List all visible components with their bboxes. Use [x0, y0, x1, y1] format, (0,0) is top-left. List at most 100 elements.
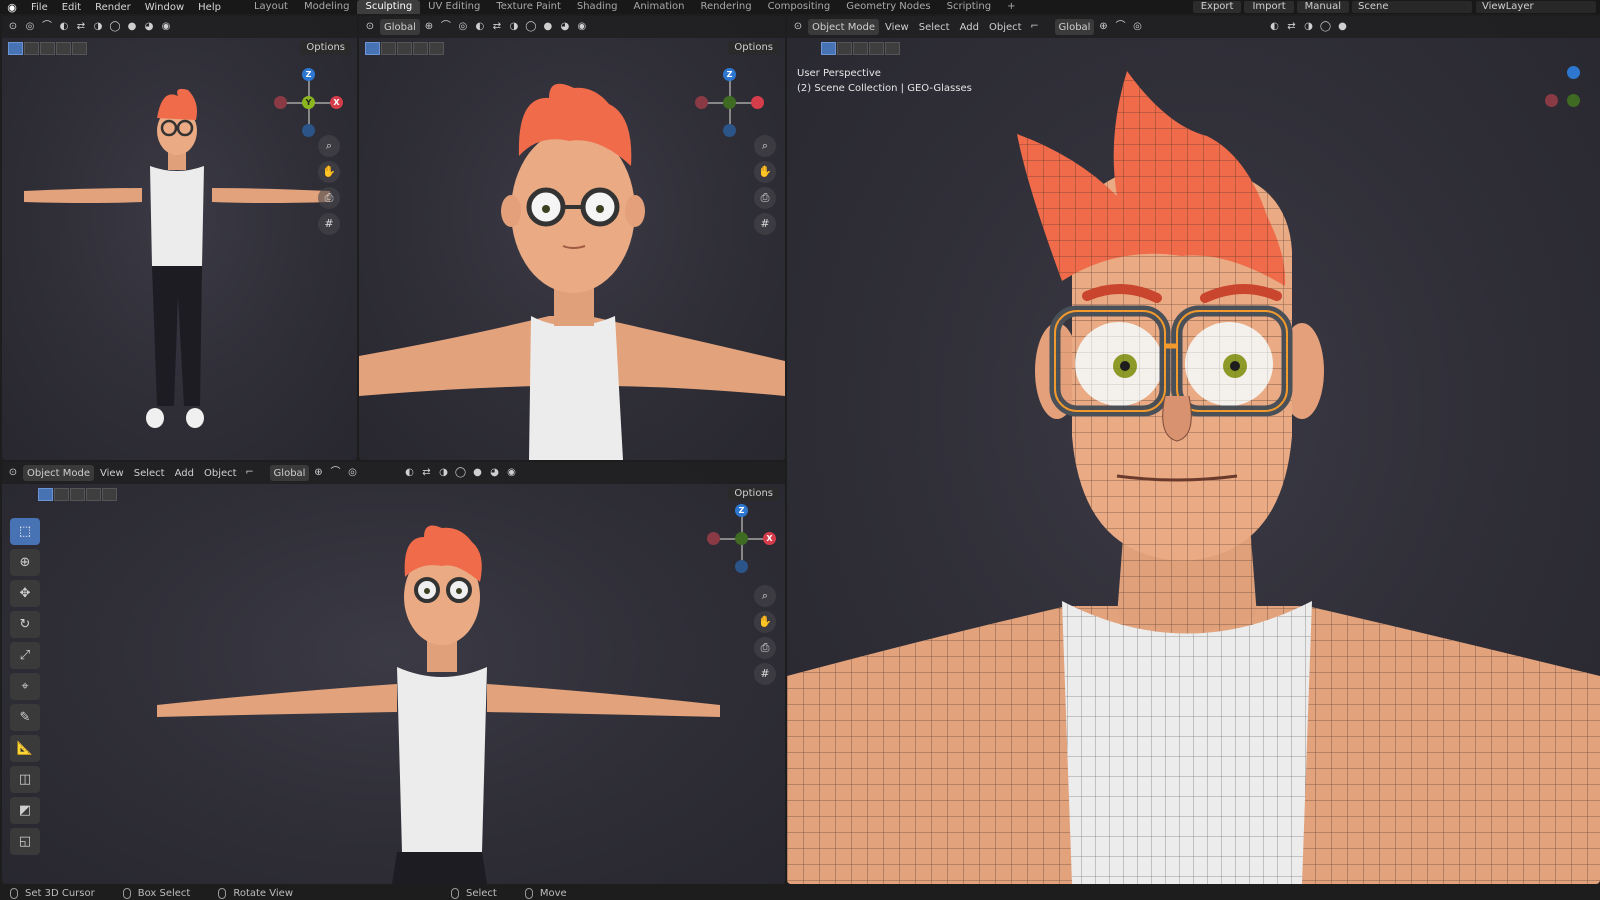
navigation-gizmo[interactable]	[1545, 66, 1600, 136]
material-shading-icon[interactable]: ◕	[558, 20, 572, 34]
selection-modes[interactable]	[38, 487, 117, 501]
editor-type-icon[interactable]: ⊙	[363, 20, 377, 34]
shear-icon[interactable]: ◱	[10, 828, 40, 855]
rendered-shading-icon[interactable]: ◉	[575, 20, 589, 34]
gizmo-neg-z-axis[interactable]	[302, 124, 315, 137]
menu-select[interactable]: Select	[130, 465, 169, 481]
import-button[interactable]: Import	[1244, 1, 1294, 13]
view-layer-selector[interactable]: ViewLayer	[1476, 1, 1596, 13]
options-dropdown[interactable]: Options	[728, 487, 779, 501]
navigation-gizmo[interactable]: Z Y X	[274, 68, 344, 138]
gizmo-y-axis[interactable]	[735, 532, 748, 545]
visibility-icon[interactable]: ◐	[1267, 20, 1281, 34]
snap-icon[interactable]: ⌒	[1113, 20, 1127, 34]
viewport-top-middle[interactable]: ⊙ Global ⊕ ⌒ ◎ ◐ ⇄ ◑ ◯ ● ◕ ◉ Options Z ⌕…	[359, 16, 785, 460]
orientation-dropdown[interactable]: Global	[380, 19, 420, 35]
tab-uv-editing[interactable]: UV Editing	[420, 0, 488, 14]
gizmo-x-axis[interactable]	[751, 96, 764, 109]
viewport-right-large[interactable]: ⊙ Object Mode View Select Add Object ⌐ G…	[787, 16, 1600, 884]
pivot-icon[interactable]: ⊕	[311, 466, 325, 480]
gizmo-y-axis[interactable]	[723, 96, 736, 109]
snap-icon[interactable]: ⌒	[40, 20, 54, 34]
visibility-icon[interactable]: ◐	[473, 20, 487, 34]
navigation-gizmo[interactable]: Z	[695, 68, 765, 138]
orientation-dropdown[interactable]: Global	[269, 465, 310, 481]
menu-object[interactable]: Object	[985, 19, 1026, 35]
pivot-icon[interactable]: ⊕	[422, 20, 436, 34]
export-button[interactable]: Export	[1192, 1, 1242, 13]
menu-add[interactable]: Add	[171, 465, 198, 481]
scene-selector[interactable]: Scene	[1352, 1, 1472, 13]
pivot-icon[interactable]: ⊕	[1096, 20, 1110, 34]
gizmo-neg-x-axis[interactable]	[707, 532, 720, 545]
menu-edit[interactable]: Edit	[55, 2, 88, 13]
blender-logo-icon[interactable]: ◉	[0, 1, 24, 14]
zoom-icon[interactable]: ⌕	[754, 585, 776, 607]
gizmo-neg-z-axis[interactable]	[735, 560, 748, 573]
rendered-shading-icon[interactable]: ◉	[504, 466, 518, 480]
snap-icon[interactable]: ⌒	[439, 20, 453, 34]
rotate-icon[interactable]: ↻	[10, 611, 40, 638]
mode-dropdown[interactable]: Object Mode	[23, 465, 94, 481]
menu-object[interactable]: Object	[200, 465, 241, 481]
menu-help[interactable]: Help	[191, 2, 228, 13]
tab-layout[interactable]: Layout	[246, 0, 296, 14]
tab-animation[interactable]: Animation	[626, 0, 693, 14]
wireframe-shading-icon[interactable]: ◯	[524, 20, 538, 34]
gizmo-y-axis[interactable]	[1567, 94, 1580, 107]
tab-compositing[interactable]: Compositing	[760, 0, 839, 14]
overlay-icon[interactable]: ◑	[436, 466, 450, 480]
tab-sculpting[interactable]: Sculpting	[357, 0, 421, 14]
gizmo-z-axis[interactable]: Z	[302, 68, 315, 81]
zoom-icon[interactable]: ⌕	[754, 135, 776, 157]
measure-icon[interactable]: 📐	[10, 735, 40, 762]
camera-icon[interactable]: ⎙	[754, 187, 776, 209]
zoom-icon[interactable]: ⌕	[318, 135, 340, 157]
navigation-gizmo[interactable]: Z X	[707, 504, 777, 574]
menu-window[interactable]: Window	[138, 2, 191, 13]
visibility-icon[interactable]: ◐	[57, 20, 71, 34]
hand-icon[interactable]: ✋	[318, 161, 340, 183]
material-shading-icon[interactable]: ◕	[142, 20, 156, 34]
overlay-icon[interactable]: ◑	[1301, 20, 1315, 34]
options-dropdown[interactable]: Options	[728, 41, 779, 55]
editor-type-icon[interactable]: ⊙	[6, 466, 20, 480]
selection-modes[interactable]	[821, 41, 900, 55]
gizmo-z-axis[interactable]	[1567, 66, 1580, 79]
menu-add[interactable]: Add	[956, 19, 983, 35]
editor-type-icon[interactable]: ⊙	[6, 20, 20, 34]
tab-texture-paint[interactable]: Texture Paint	[488, 0, 569, 14]
rendered-shading-icon[interactable]: ◉	[159, 20, 173, 34]
options-dropdown[interactable]: Options	[300, 41, 351, 55]
camera-icon[interactable]: ⎙	[318, 187, 340, 209]
add-cube-icon[interactable]: ◫	[10, 766, 40, 793]
curve-icon[interactable]: ⌐	[1028, 20, 1042, 34]
gizmo-toggle-icon[interactable]: ⇄	[1284, 20, 1298, 34]
gizmo-z-axis[interactable]: Z	[735, 504, 748, 517]
selection-modes[interactable]	[365, 41, 444, 55]
overlay-icon[interactable]: ◑	[507, 20, 521, 34]
extrude-icon[interactable]: ◩	[10, 797, 40, 824]
gizmo-toggle-icon[interactable]: ⇄	[419, 466, 433, 480]
menu-render[interactable]: Render	[88, 2, 138, 13]
transform-icon[interactable]: ⌖	[10, 673, 40, 700]
proportional-icon[interactable]: ◎	[23, 20, 37, 34]
gizmo-neg-x-axis[interactable]	[695, 96, 708, 109]
menu-select[interactable]: Select	[915, 19, 954, 35]
tab-geometry-nodes[interactable]: Geometry Nodes	[838, 0, 938, 14]
add-workspace-button[interactable]: +	[999, 0, 1023, 14]
move-icon[interactable]: ✥	[10, 580, 40, 607]
proportional-icon[interactable]: ◎	[456, 20, 470, 34]
solid-shading-icon[interactable]: ●	[541, 20, 555, 34]
tab-scripting[interactable]: Scripting	[939, 0, 999, 14]
wireframe-shading-icon[interactable]: ◯	[1318, 20, 1332, 34]
hand-icon[interactable]: ✋	[754, 611, 776, 633]
overlay-icon[interactable]: ◑	[91, 20, 105, 34]
editor-type-icon[interactable]: ⊙	[791, 20, 805, 34]
tab-shading[interactable]: Shading	[569, 0, 626, 14]
viewport-top-left[interactable]: ⊙ ◎ ⌒ ◐ ⇄ ◑ ◯ ● ◕ ◉ Options Z Y X ⌕ ✋ ⎙ …	[2, 16, 357, 460]
curve-icon[interactable]: ⌐	[243, 466, 257, 480]
cursor-icon[interactable]: ⊕	[10, 549, 40, 576]
annotate-icon[interactable]: ✎	[10, 704, 40, 731]
solid-shading-icon[interactable]: ●	[125, 20, 139, 34]
